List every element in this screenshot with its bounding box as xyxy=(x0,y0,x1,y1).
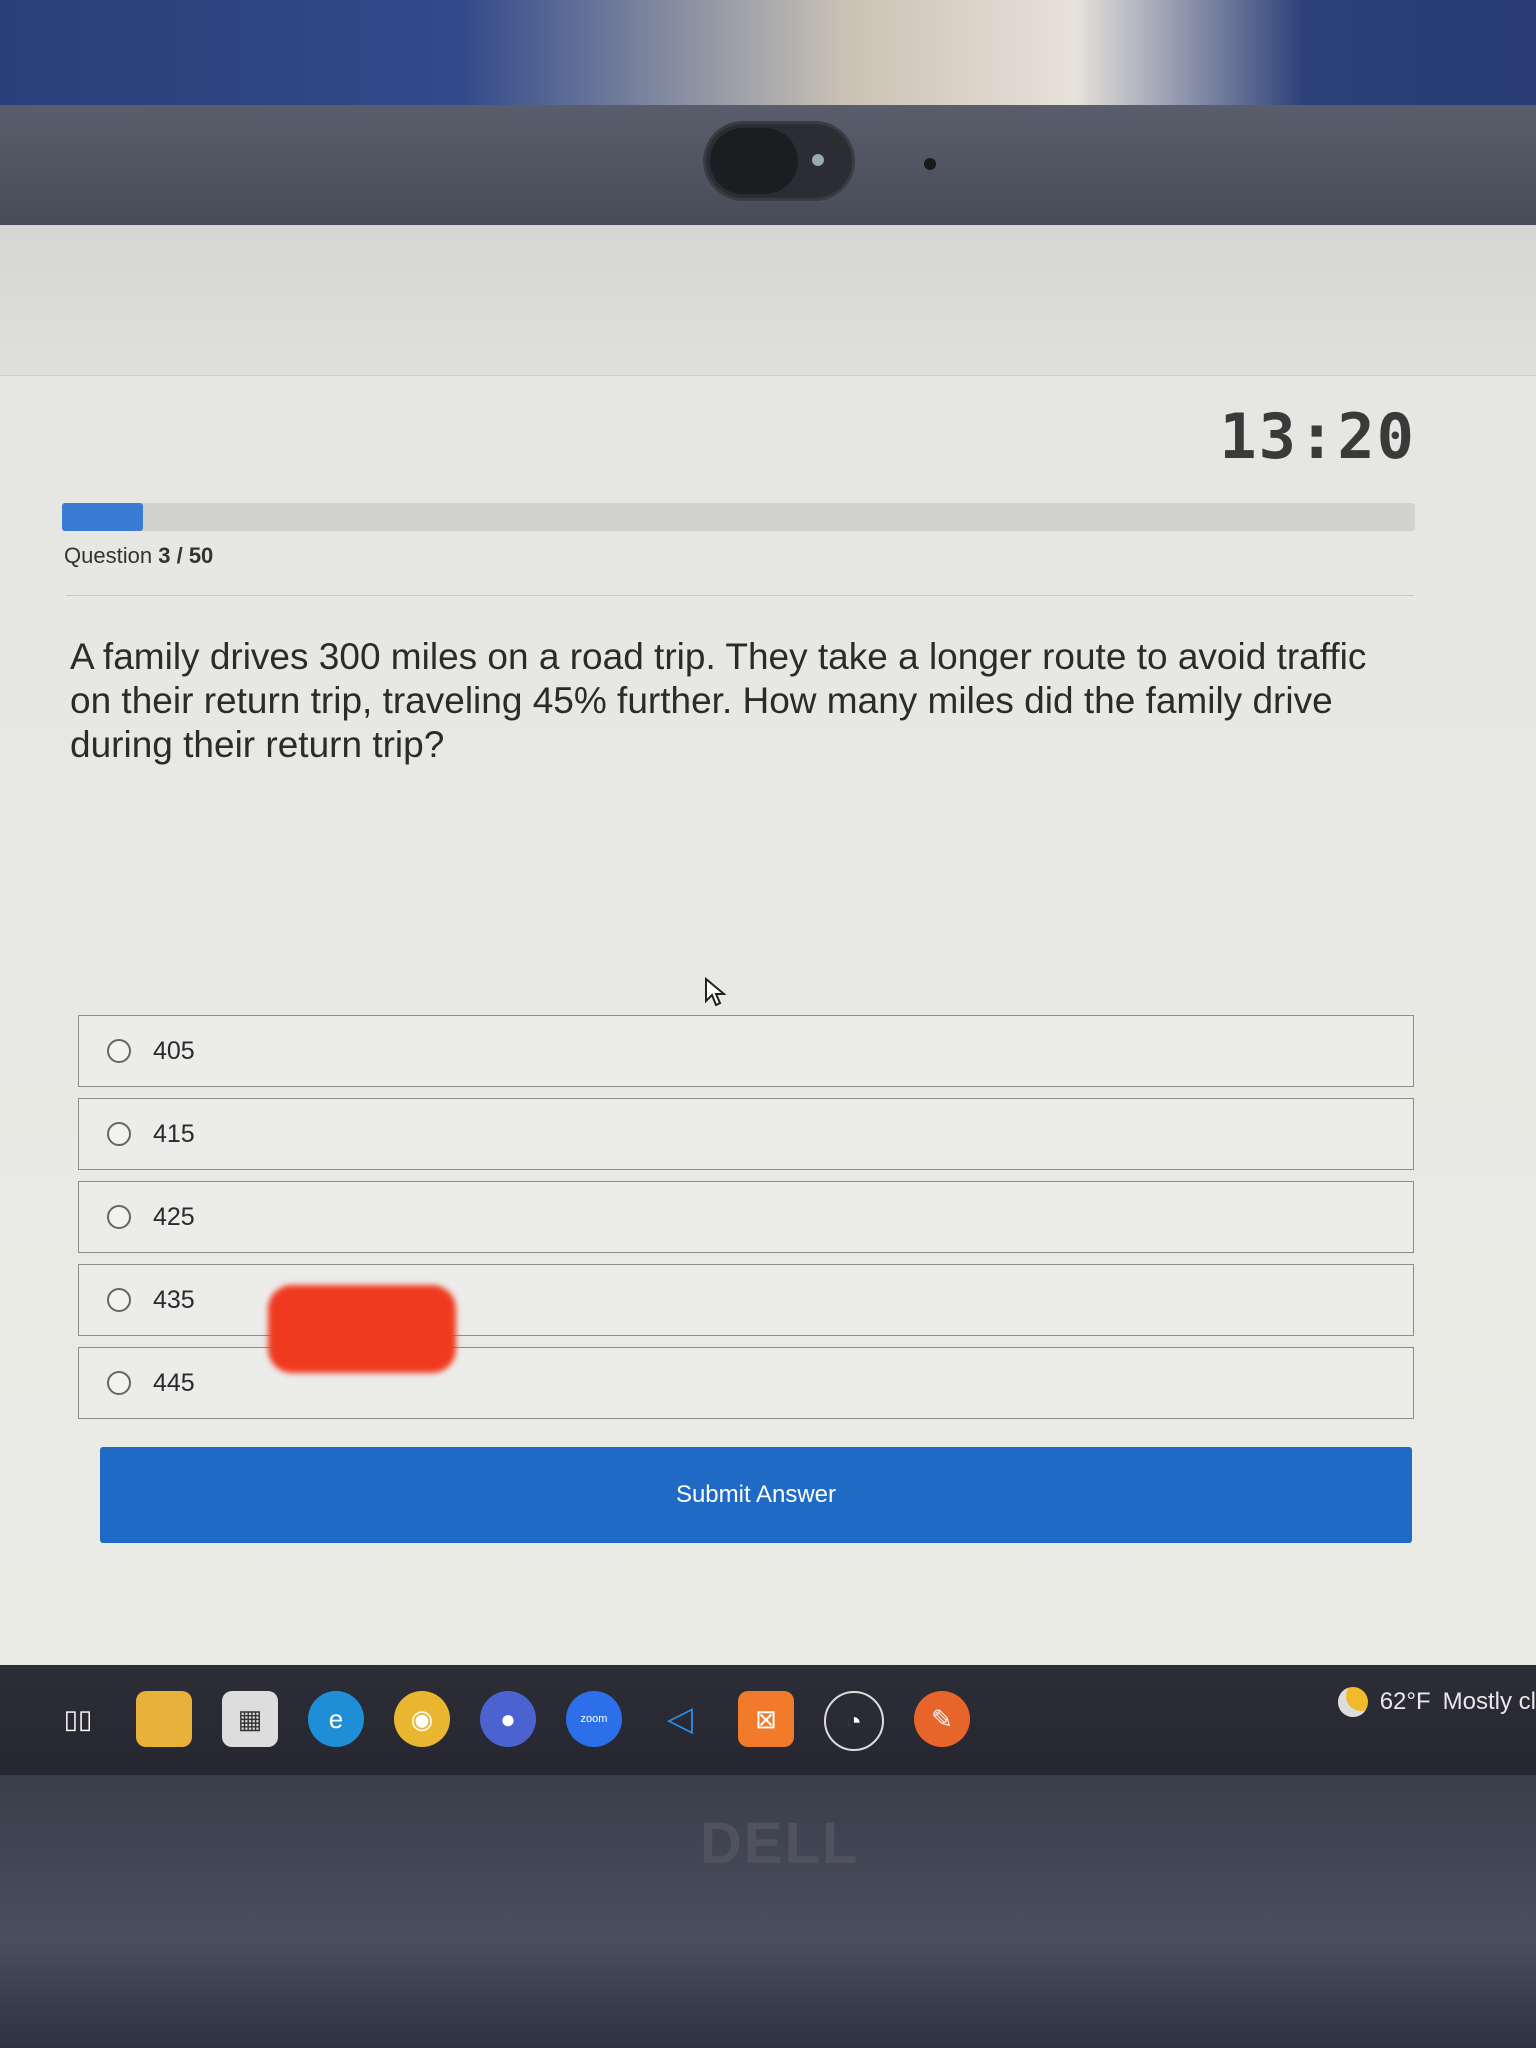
radio-button[interactable] xyxy=(107,1122,131,1146)
progress-fill xyxy=(62,503,144,531)
browser-top-area xyxy=(0,225,1536,376)
microsoft-store-icon[interactable]: ▦ xyxy=(222,1691,278,1747)
edge-icon[interactable]: e xyxy=(308,1691,364,1747)
progress-bar xyxy=(62,503,1415,531)
background-couch xyxy=(0,0,1536,110)
taskbar-items: ▯▯ ▦ e ◉ ● zoom ◁ ⊠ ◔ ✎ xyxy=(50,1691,970,1751)
option-label: 405 xyxy=(153,1036,195,1065)
countdown-timer: 13:20 xyxy=(1219,400,1416,473)
vscode-icon[interactable]: ◁ xyxy=(652,1691,708,1747)
radio-button[interactable] xyxy=(107,1205,131,1229)
obs-icon[interactable]: ◔ xyxy=(824,1691,884,1751)
question-counter: Question 3 / 50 xyxy=(64,543,213,569)
task-view-icon[interactable]: ▯▯ xyxy=(50,1691,106,1747)
chrome-icon[interactable]: ◉ xyxy=(394,1691,450,1747)
question-total: 50 xyxy=(188,543,214,568)
submit-answer-button[interactable]: Submit Answer xyxy=(100,1447,1412,1543)
camera-indicator-dot xyxy=(924,158,936,170)
webcam-slider-knob xyxy=(710,128,798,194)
zoom-icon[interactable]: zoom xyxy=(566,1691,622,1747)
option-label: 415 xyxy=(153,1119,195,1148)
option-label: 445 xyxy=(153,1368,195,1397)
app-orange-icon[interactable]: ✎ xyxy=(914,1691,970,1747)
weather-condition: Mostly cl xyxy=(1442,1688,1536,1715)
webcam-shutter xyxy=(706,124,852,198)
weather-widget[interactable]: 62°F Mostly cl xyxy=(1337,1687,1536,1717)
xampp-icon[interactable]: ⊠ xyxy=(738,1691,794,1747)
webcam-lens-icon xyxy=(812,154,824,166)
mouse-cursor-icon xyxy=(705,977,726,1007)
divider xyxy=(66,595,1414,596)
app-icon[interactable]: ● xyxy=(480,1691,536,1747)
option-label: 425 xyxy=(153,1202,195,1231)
radio-button[interactable] xyxy=(107,1039,131,1063)
weather-moon-icon xyxy=(1337,1687,1368,1717)
question-separator: / xyxy=(176,543,183,568)
file-explorer-icon[interactable] xyxy=(136,1691,192,1747)
question-counter-prefix: Question xyxy=(64,543,153,568)
answer-option[interactable]: 415 xyxy=(78,1098,1414,1170)
radio-button[interactable] xyxy=(107,1288,131,1312)
screen: 13:20 Question 3 / 50 A family drives 30… xyxy=(0,225,1536,1725)
option-label: 435 xyxy=(153,1285,195,1314)
answer-option[interactable]: 425 xyxy=(78,1181,1414,1253)
radio-button[interactable] xyxy=(107,1371,131,1395)
red-redaction-mark xyxy=(268,1285,456,1373)
dell-logo: DELL xyxy=(700,1811,860,1876)
taskbar: ▯▯ ▦ e ◉ ● zoom ◁ ⊠ ◔ ✎ 62°F Mostly cl xyxy=(0,1665,1536,1775)
question-text: A family drives 300 miles on a road trip… xyxy=(70,636,1367,765)
weather-temp: 62°F xyxy=(1379,1688,1431,1715)
question-current: 3 xyxy=(158,543,171,568)
answer-option[interactable]: 405 xyxy=(78,1015,1414,1087)
